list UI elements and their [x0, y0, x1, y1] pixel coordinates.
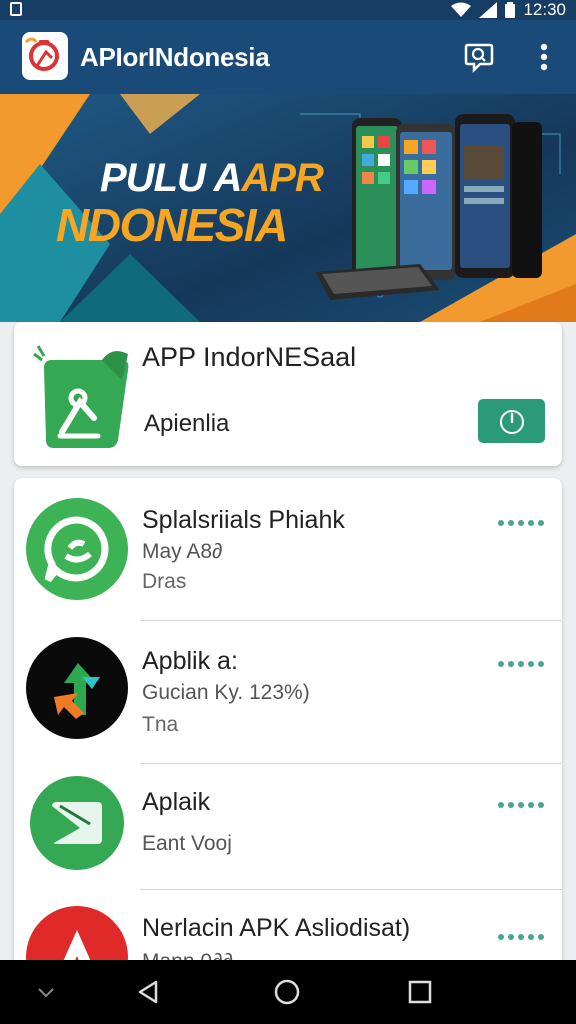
featured-app-title: APP IndorNESaal [142, 342, 357, 372]
banner-subtitle: NDONESIA [56, 199, 288, 251]
list-item[interactable]: Splalsriials Phiahk May A8∂ Dras [14, 478, 562, 620]
more-vert-icon[interactable] [530, 40, 558, 74]
collapse-icon[interactable] [36, 986, 56, 1000]
arrows-icon [26, 637, 128, 739]
app-bar: APIorINdonesia [0, 20, 576, 94]
battery-icon [505, 2, 516, 18]
recents-icon[interactable] [406, 978, 434, 1006]
status-time: 12:30 [523, 0, 566, 19]
more-options-dots-icon[interactable] [498, 659, 544, 669]
app-title: Splalsriials Phiahk [142, 506, 345, 534]
list-item[interactable]: Aplaik Eant Vooj [14, 764, 562, 890]
app-category: Tna [142, 713, 179, 736]
promo-banner[interactable]: PULU AAPR NDONESIA [0, 94, 576, 322]
more-options-dots-icon[interactable] [498, 800, 544, 810]
app-list: Splalsriials Phiahk May A8∂ Dras Apblik … [14, 478, 562, 1024]
navigation-bar [0, 960, 576, 1024]
app-logo[interactable] [22, 32, 68, 80]
app-meta: Eant Vooj [142, 832, 232, 855]
featured-app-card[interactable]: APP IndorNESaal Apienlia [14, 322, 562, 466]
sim-indicator-icon [10, 2, 22, 16]
whatsapp-like-icon [26, 498, 128, 600]
more-options-dots-icon[interactable] [498, 932, 544, 942]
more-options-dots-icon[interactable] [498, 518, 544, 528]
app-title: Apblik a: [142, 647, 238, 675]
list-item[interactable]: Apblik a: Gucian Ky. 123%) Tna [14, 621, 562, 763]
app-store-bag-icon [32, 340, 138, 450]
app-title: Aplaik [142, 788, 211, 816]
status-bar: 12:30 [0, 0, 576, 20]
signal-icon [479, 2, 498, 18]
wifi-icon [451, 2, 472, 17]
download-icon [499, 410, 524, 434]
app-title: Nerlacin APK Asliodisat) [142, 914, 411, 942]
app-meta: Gucian Ky. 123%) [142, 681, 310, 704]
install-button[interactable] [478, 399, 545, 443]
play-store-like-icon [30, 776, 124, 870]
app-title: APIorINdonesia [80, 42, 270, 72]
chat-icon[interactable] [462, 40, 496, 74]
app-meta: May A8∂ [142, 540, 223, 563]
featured-app-subtitle: Apienlia [144, 410, 230, 437]
banner-title: PULU AAPR [100, 156, 324, 200]
home-icon[interactable] [273, 978, 301, 1006]
app-category: Dras [142, 570, 187, 593]
back-icon[interactable] [134, 978, 162, 1006]
